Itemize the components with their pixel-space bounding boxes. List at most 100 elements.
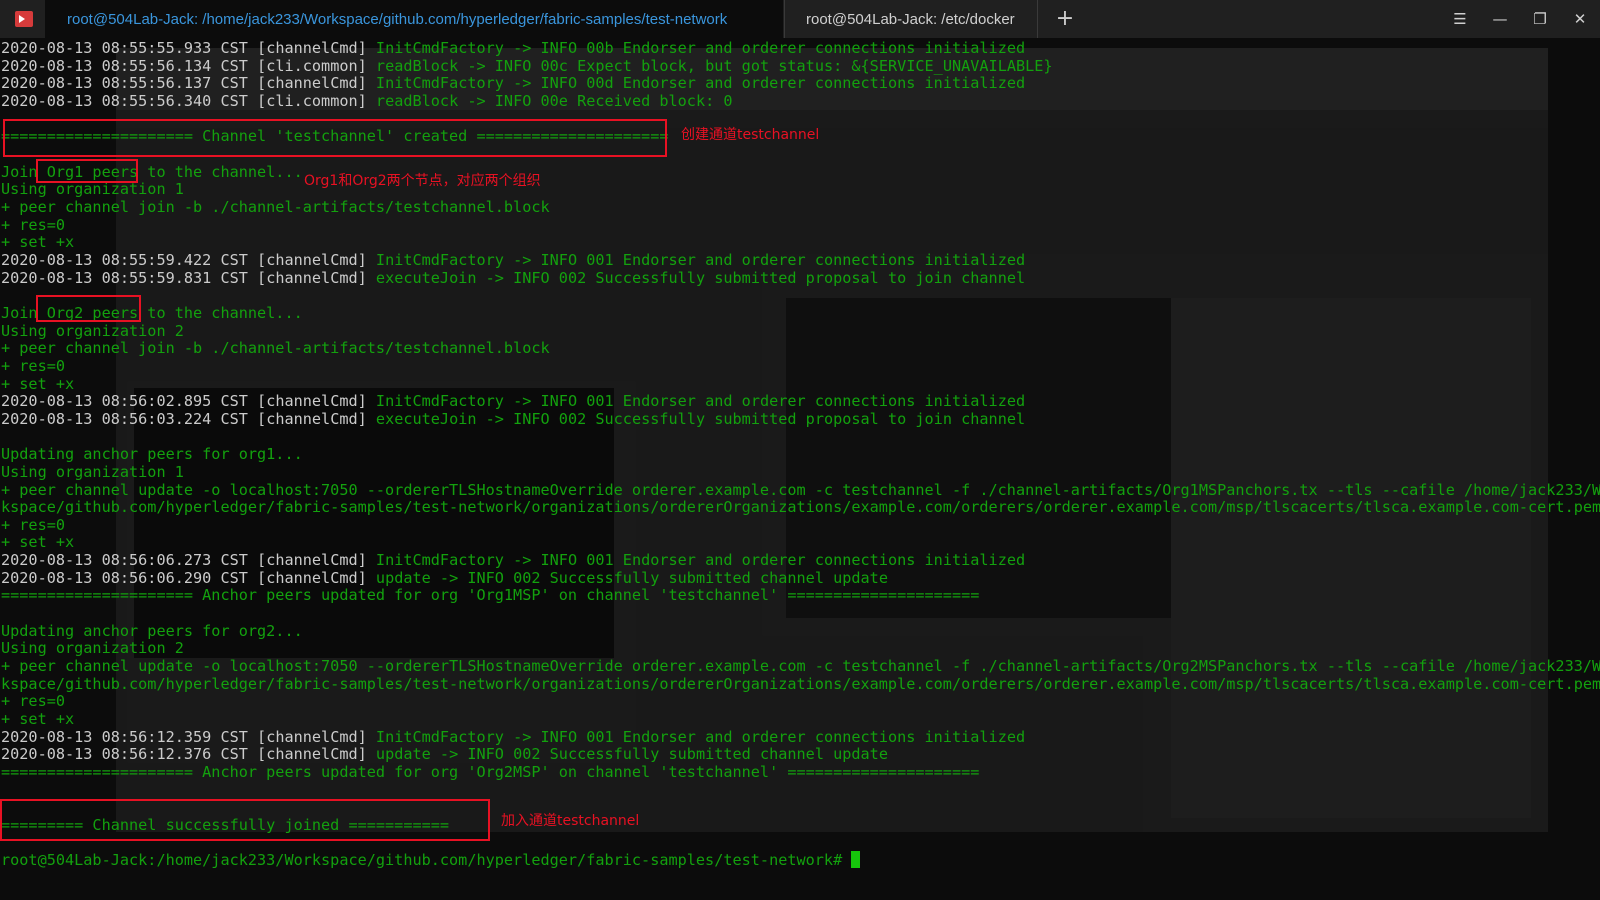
- maximize-button[interactable]: ❐: [1520, 0, 1560, 38]
- terminal-line-text: + peer channel update -o localhost:7050 …: [1, 480, 1600, 499]
- log-module-tag: [cli.common]: [257, 91, 367, 110]
- terminal-line: + peer channel update -o localhost:7050 …: [1, 657, 1600, 675]
- log-message: update -> INFO 002 Successfully submitte…: [366, 568, 888, 587]
- terminal-line: kspace/github.com/hyperledger/fabric-sam…: [1, 498, 1600, 516]
- terminal-line-text: + res=0: [1, 356, 66, 375]
- terminal-app-icon[interactable]: [15, 11, 33, 27]
- terminal-line: kspace/github.com/hyperledger/fabric-sam…: [1, 675, 1600, 693]
- terminal-line-text: root@504Lab-Jack:/home/jack233/Workspace…: [1, 851, 852, 870]
- log-message: InitCmdFactory -> INFO 00b Endorser and …: [366, 39, 1026, 57]
- terminal-line: Updating anchor peers for org2...: [1, 622, 303, 640]
- terminal-line-text: + set +x: [1, 710, 75, 729]
- terminal-line-text: + set +x: [1, 533, 75, 552]
- terminal-line-text: + res=0: [1, 215, 66, 234]
- terminal-line-text: ===================== Anchor peers updat…: [1, 586, 980, 605]
- terminal-line-text: kspace/github.com/hyperledger/fabric-sam…: [1, 498, 1600, 517]
- log-timestamp: 2020-08-13 08:55:56.137 CST: [1, 74, 248, 93]
- terminal-line: 2020-08-13 08:55:56.134 CST [cli.common]…: [1, 57, 1053, 75]
- tab-etc-docker[interactable]: root@504Lab-Jack: /etc/docker: [786, 0, 1036, 38]
- terminal-line: + set +x: [1, 233, 74, 251]
- terminal-line: 2020-08-13 08:55:59.831 CST [channelCmd]…: [1, 269, 1025, 287]
- terminal-line-text: ===================== Anchor peers updat…: [1, 763, 980, 782]
- shell-prompt: root@504Lab-Jack:/home/jack233/Workspace…: [1, 851, 861, 870]
- terminal-line: 2020-08-13 08:56:06.273 CST [channelCmd]…: [1, 551, 1025, 569]
- terminal-line: 2020-08-13 08:55:59.422 CST [channelCmd]…: [1, 251, 1025, 269]
- annotation-box-org1-peers: [36, 159, 138, 183]
- terminal-line: + res=0: [1, 357, 65, 375]
- terminal-line-text: Updating anchor peers for org2...: [1, 621, 303, 640]
- annotation-label-channel-joined: 加入通道testchannel: [501, 813, 640, 829]
- terminal-line: Using organization 2: [1, 639, 184, 657]
- log-timestamp: 2020-08-13 08:55:59.422 CST: [1, 250, 248, 269]
- terminal-line-text: + peer channel join -b ./channel-artifac…: [1, 197, 550, 216]
- log-module-tag: [channelCmd]: [257, 39, 367, 57]
- terminal-line: Using organization 1: [1, 463, 184, 481]
- menu-icon[interactable]: ☰: [1440, 0, 1480, 38]
- terminal-line-text: + res=0: [1, 692, 66, 711]
- terminal-line-text: + peer channel join -b ./channel-artifac…: [1, 339, 550, 358]
- log-module-tag: [channelCmd]: [257, 745, 367, 764]
- terminal-line: + peer channel update -o localhost:7050 …: [1, 481, 1600, 499]
- terminal-line: ===================== Anchor peers updat…: [1, 763, 979, 781]
- log-message: InitCmdFactory -> INFO 001 Endorser and …: [366, 250, 1026, 269]
- log-module-tag: [channelCmd]: [257, 74, 367, 93]
- annotation-box-org2-peers: [36, 295, 141, 322]
- terminal-line-text: + set +x: [1, 374, 75, 393]
- log-timestamp: 2020-08-13 08:56:03.224 CST: [1, 409, 248, 428]
- log-module-tag: [channelCmd]: [257, 551, 367, 570]
- log-message: executeJoin -> INFO 002 Successfully sub…: [366, 409, 1026, 428]
- terminal-line-text: + peer channel update -o localhost:7050 …: [1, 657, 1600, 676]
- terminal-line-text: Using organization 1: [1, 462, 184, 481]
- tab-separator: [1037, 0, 1038, 38]
- terminal-line: + peer channel join -b ./channel-artifac…: [1, 339, 550, 357]
- terminal-output[interactable]: 2020-08-13 08:55:55.933 CST [channelCmd]…: [0, 39, 1600, 900]
- log-timestamp: 2020-08-13 08:56:12.359 CST: [1, 727, 248, 746]
- terminal-line: 2020-08-13 08:55:56.340 CST [cli.common]…: [1, 92, 733, 110]
- log-message: executeJoin -> INFO 002 Successfully sub…: [366, 268, 1026, 287]
- terminal-line: 2020-08-13 08:56:06.290 CST [channelCmd]…: [1, 569, 888, 587]
- log-timestamp: 2020-08-13 08:55:56.340 CST: [1, 91, 248, 110]
- new-tab-button[interactable]: +: [1050, 0, 1080, 38]
- annotation-label-channel-created: 创建通道testchannel: [681, 127, 820, 143]
- log-module-tag: [channelCmd]: [257, 392, 367, 411]
- tab-separator: [784, 0, 785, 38]
- terminal-line: 2020-08-13 08:56:12.376 CST [channelCmd]…: [1, 745, 888, 763]
- terminal-line: 2020-08-13 08:55:56.137 CST [channelCmd]…: [1, 74, 1025, 92]
- log-timestamp: 2020-08-13 08:55:55.933 CST: [1, 39, 248, 57]
- log-message: readBlock -> INFO 00e Received block: 0: [366, 91, 733, 110]
- tab-test-network[interactable]: root@504Lab-Jack: /home/jack233/Workspac…: [45, 0, 783, 38]
- log-message: readBlock -> INFO 00c Expect block, but …: [366, 56, 1053, 75]
- log-timestamp: 2020-08-13 08:56:06.273 CST: [1, 551, 248, 570]
- close-button[interactable]: ✕: [1560, 0, 1600, 38]
- minimize-button[interactable]: —: [1480, 0, 1520, 38]
- terminal-line: + set +x: [1, 710, 74, 728]
- terminal-line: ===================== Anchor peers updat…: [1, 586, 979, 604]
- terminal-line: + res=0: [1, 216, 65, 234]
- terminal-line-text: Updating anchor peers for org1...: [1, 445, 303, 464]
- annotation-label-org-peers: Org1和Org2两个节点，对应两个组织: [304, 173, 541, 189]
- terminal-line: 2020-08-13 08:56:03.224 CST [channelCmd]…: [1, 410, 1025, 428]
- log-timestamp: 2020-08-13 08:55:56.134 CST: [1, 56, 248, 75]
- terminal-line: 2020-08-13 08:56:12.359 CST [channelCmd]…: [1, 728, 1025, 746]
- log-timestamp: 2020-08-13 08:56:02.895 CST: [1, 392, 248, 411]
- terminal-line: Using organization 2: [1, 322, 184, 340]
- terminal-line: 2020-08-13 08:55:55.933 CST [channelCmd]…: [1, 39, 1025, 57]
- terminal-line: + res=0: [1, 692, 65, 710]
- terminal-line: + res=0: [1, 516, 65, 534]
- terminal-line-text: + res=0: [1, 515, 66, 534]
- log-module-tag: [channelCmd]: [257, 727, 367, 746]
- log-timestamp: 2020-08-13 08:56:06.290 CST: [1, 568, 248, 587]
- terminal-line-text: Using organization 2: [1, 321, 184, 340]
- terminal-line-text: Using organization 2: [1, 639, 184, 658]
- log-message: InitCmdFactory -> INFO 00d Endorser and …: [366, 74, 1026, 93]
- log-module-tag: [channelCmd]: [257, 250, 367, 269]
- terminal-cursor: [851, 851, 861, 869]
- log-module-tag: [cli.common]: [257, 56, 367, 75]
- annotation-box-channel-created: [3, 119, 667, 157]
- log-timestamp: 2020-08-13 08:56:12.376 CST: [1, 745, 248, 764]
- log-timestamp: 2020-08-13 08:55:59.831 CST: [1, 268, 248, 287]
- tab-bar: root@504Lab-Jack: /home/jack233/Workspac…: [0, 0, 1600, 38]
- log-message: InitCmdFactory -> INFO 001 Endorser and …: [366, 727, 1026, 746]
- log-module-tag: [channelCmd]: [257, 409, 367, 428]
- terminal-line: 2020-08-13 08:56:02.895 CST [channelCmd]…: [1, 392, 1025, 410]
